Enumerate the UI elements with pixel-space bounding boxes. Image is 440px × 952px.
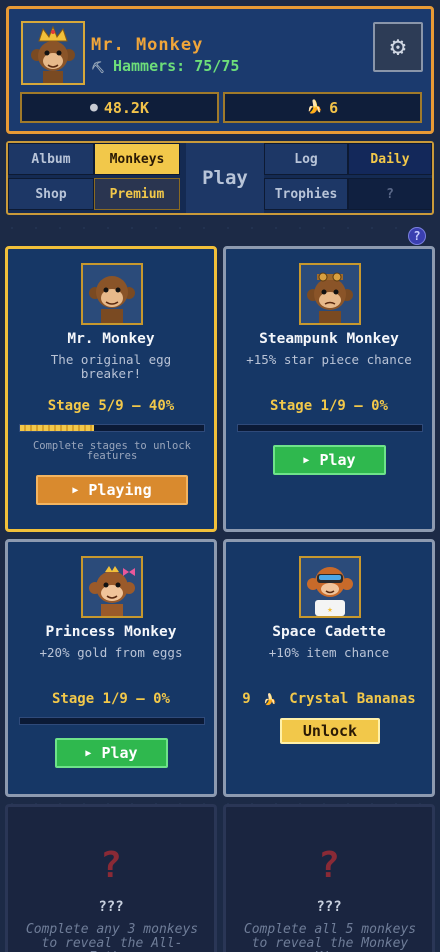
progress-bar bbox=[19, 717, 205, 725]
locked-monkey-card-2: ? ??? Complete all 5 monkeys to reveal t… bbox=[223, 804, 435, 952]
tab-daily[interactable]: Daily bbox=[348, 143, 432, 175]
tab-monkeys[interactable]: Monkeys bbox=[94, 143, 180, 175]
progress-bar bbox=[237, 424, 423, 432]
playing-button[interactable]: ▶ Playing bbox=[36, 475, 188, 505]
monkey-card-space-cadette[interactable]: ★ Space Cadette +10% item chance 9 🍌 Cry… bbox=[223, 539, 435, 797]
locked-description: Complete all 5 monkeys to reveal the Mon… bbox=[243, 922, 417, 952]
card-description: +15% star piece chance bbox=[246, 352, 412, 367]
mystery-mark: ? bbox=[318, 845, 340, 886]
card-title: Steampunk Monkey bbox=[259, 331, 399, 347]
card-title: Mr. Monkey bbox=[67, 331, 155, 347]
monkey-face-icon bbox=[83, 265, 141, 323]
progress-bar bbox=[19, 424, 205, 432]
stage-progress-text: Stage 1/9 — 0% bbox=[269, 398, 388, 414]
mr-monkey-portrait bbox=[81, 263, 143, 325]
tab-locked[interactable]: ? bbox=[348, 178, 432, 210]
steampunk-portrait bbox=[299, 263, 361, 325]
mystery-mark: ? bbox=[100, 845, 122, 886]
unlock-hint: Complete stages to unlock features bbox=[32, 440, 192, 462]
svg-text:★: ★ bbox=[327, 605, 333, 615]
card-description: The original egg breaker! bbox=[50, 352, 172, 381]
play-triangle-icon: ▶ bbox=[72, 484, 79, 496]
crystal-banana-icon: 🍌 bbox=[263, 693, 277, 706]
hammers-counter: ⛏ Hammers: 75/75 bbox=[91, 57, 239, 75]
card-description: +10% item chance bbox=[268, 645, 390, 660]
help-icon[interactable]: ? bbox=[408, 227, 426, 245]
play-button[interactable]: ▶ Play bbox=[55, 738, 168, 768]
silver-balance: ● 48.2K bbox=[20, 92, 219, 123]
tab-play[interactable]: Play bbox=[186, 143, 264, 213]
progress-fill bbox=[20, 425, 94, 431]
card-title: Princess Monkey bbox=[45, 624, 177, 640]
player-header: Mr. Monkey ⛏ Hammers: 75/75 ⚙ ● 48.2K 🍌 6 bbox=[6, 6, 434, 134]
locked-title: ??? bbox=[316, 899, 342, 915]
play-label: Play bbox=[319, 451, 356, 469]
hammers-value: 75/75 bbox=[194, 57, 240, 75]
play-label: Play bbox=[101, 744, 138, 762]
princess-portrait bbox=[81, 556, 143, 618]
space-cadette-portrait: ★ bbox=[299, 556, 361, 618]
hammers-label: Hammers: bbox=[112, 57, 186, 75]
card-title: Space Cadette bbox=[272, 624, 386, 640]
unlock-cost: 9 🍌 Crystal Bananas bbox=[226, 691, 432, 707]
play-triangle-icon: ▶ bbox=[85, 747, 92, 759]
tab-log[interactable]: Log bbox=[264, 143, 348, 175]
player-name: Mr. Monkey bbox=[91, 35, 204, 55]
banana-value: 6 bbox=[329, 98, 339, 117]
gear-icon: ⚙ bbox=[390, 32, 406, 62]
banana-balance: 🍌 6 bbox=[223, 92, 422, 123]
play-button[interactable]: ▶ Play bbox=[273, 445, 386, 475]
unlock-button[interactable]: Unlock bbox=[280, 718, 380, 744]
princess-monkey-icon bbox=[83, 558, 141, 616]
main-nav: Album Monkeys Play Log Daily Shop Premiu… bbox=[6, 141, 434, 215]
hammer-icon: ⛏ bbox=[91, 61, 105, 74]
banana-icon: 🍌 bbox=[306, 100, 324, 115]
card-description: +20% gold from eggs bbox=[39, 645, 183, 660]
locked-description: Complete any 3 monkeys to reveal the All… bbox=[25, 922, 199, 952]
tab-premium[interactable]: Premium bbox=[94, 178, 180, 210]
monkey-card-mr-monkey[interactable]: Mr. Monkey The original egg breaker! Sta… bbox=[5, 246, 217, 532]
unlock-cost-value: 9 bbox=[242, 691, 251, 707]
unlock-cost-label: Crystal Bananas bbox=[289, 691, 416, 707]
astronaut-monkey-icon: ★ bbox=[301, 558, 359, 616]
steampunk-monkey-icon bbox=[301, 265, 359, 323]
play-triangle-icon: ▶ bbox=[303, 454, 310, 466]
locked-title: ??? bbox=[98, 899, 124, 915]
silver-value: 48.2K bbox=[103, 98, 149, 117]
player-avatar bbox=[21, 21, 85, 85]
locked-monkey-card-1: ? ??? Complete any 3 monkeys to reveal t… bbox=[5, 804, 217, 952]
playing-label: Playing bbox=[88, 481, 152, 499]
monkey-card-princess[interactable]: Princess Monkey +20% gold from eggs Stag… bbox=[5, 539, 217, 797]
settings-button[interactable]: ⚙ bbox=[373, 22, 423, 72]
stage-progress-text: Stage 5/9 — 40% bbox=[47, 398, 175, 414]
stage-progress-text: Stage 1/9 — 0% bbox=[51, 691, 170, 707]
silver-coin-icon: ● bbox=[90, 100, 98, 115]
tab-shop[interactable]: Shop bbox=[8, 178, 94, 210]
crowned-monkey-icon bbox=[23, 23, 83, 83]
tab-trophies[interactable]: Trophies bbox=[264, 178, 348, 210]
monkey-card-steampunk[interactable]: Steampunk Monkey +15% star piece chance … bbox=[223, 246, 435, 532]
tab-album[interactable]: Album bbox=[8, 143, 94, 175]
